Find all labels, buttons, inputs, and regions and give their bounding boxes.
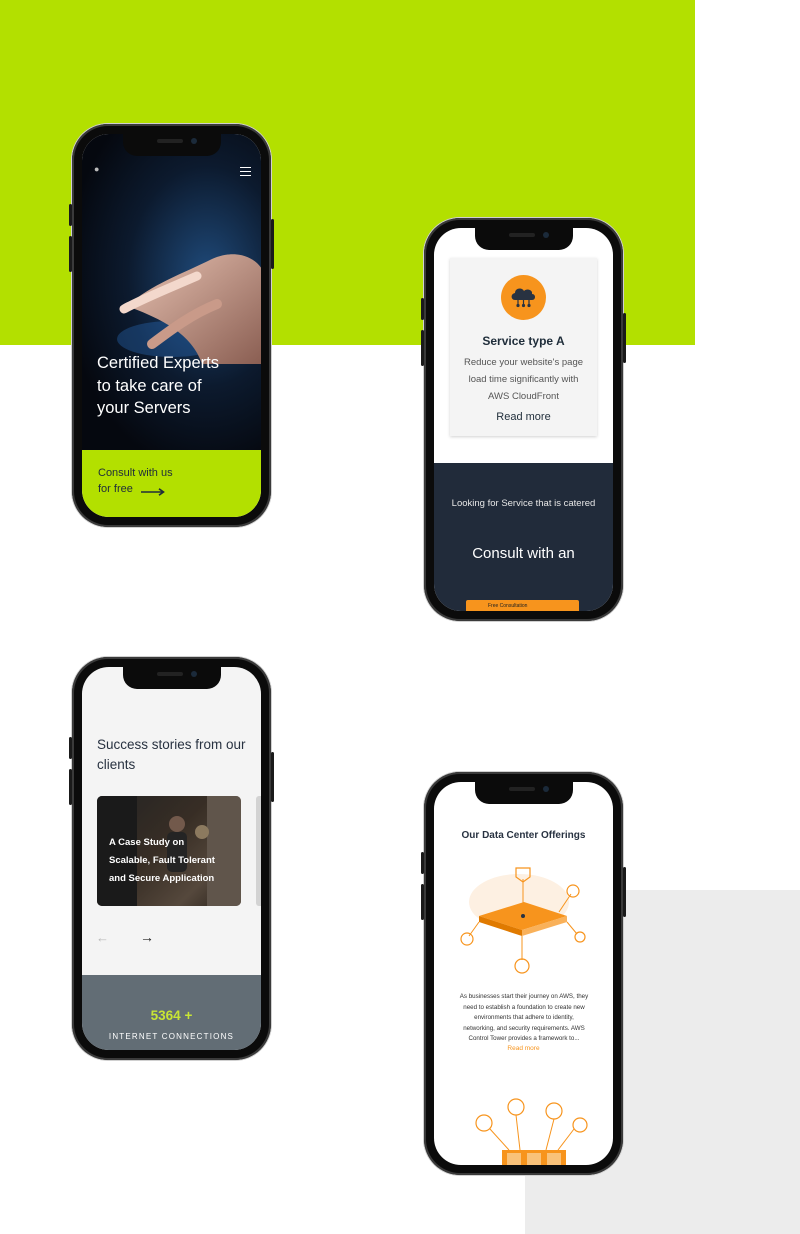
service-card[interactable]: Service type A Reduce your website's pag… (450, 258, 597, 436)
section-description: As businesses start their journey on AWS… (450, 992, 598, 1045)
stat-label: INTERNET CONNECTIONS (108, 1032, 235, 1041)
long-arrow-right-icon[interactable] (141, 488, 165, 496)
case-study-title: A Case Study on Scalable, Fault Tolerant… (109, 834, 229, 888)
hero-title-line: your Servers (97, 399, 191, 417)
read-more-link[interactable]: Read more (434, 1045, 613, 1052)
hand-touch-illustration (117, 254, 261, 364)
stat-number: 5364 + (150, 1008, 193, 1023)
consult-subtitle: Looking for Service that is catered (451, 498, 596, 509)
card-description: Reduce your website's page load time sig… (460, 354, 587, 405)
phone-screen: ● Certified Experts to take care of your… (82, 134, 261, 517)
section-title-line: clients (97, 757, 136, 772)
phone-mockup-success: Success stories from our clients A Case … (69, 657, 274, 1060)
arrow-right-icon[interactable]: → (140, 929, 154, 945)
phone-mockup-hero: ● Certified Experts to take care of your… (69, 124, 274, 527)
card-description-line: AWS CloudFront (488, 391, 559, 402)
hero-title-line: Certified Experts (97, 354, 219, 372)
button-label: Free Consultation (488, 603, 528, 609)
stats-section: 5364 + INTERNET CONNECTIONS (82, 975, 261, 1050)
hero-title-line: to take care of (97, 376, 202, 395)
case-study-card[interactable]: A Case Study on Scalable, Fault Tolerant… (97, 796, 241, 906)
phone-screen: Service type A Reduce your website's pag… (434, 228, 613, 611)
case-title-line: A Case Study on (109, 837, 185, 848)
consult-title: Consult with an (472, 545, 575, 562)
phone-notch (122, 667, 221, 689)
hero-banner: ● Certified Experts to take care of your… (82, 134, 261, 450)
cloud-network-icon (511, 288, 535, 308)
description-line: networking, and security requirements. A… (463, 1024, 585, 1032)
section-title-line: Success stories from our (97, 737, 246, 752)
cta-line: for free (98, 483, 133, 495)
arrow-left-icon[interactable]: ← (96, 930, 109, 945)
phone-notch (474, 782, 573, 804)
card-description-line: Reduce your website's page (463, 357, 584, 368)
phone-notch (122, 134, 221, 156)
section-title: Our Data Center Offerings (461, 830, 586, 841)
phone-mockup-datacenter: Our Data Center Offerings As businesses … (421, 772, 626, 1175)
description-line: As businesses start their journey on AWS… (459, 993, 589, 1000)
description-line: need to establish a foundation to create… (463, 1003, 585, 1011)
cta-line: Consult with us (98, 467, 173, 479)
service-icon-badge (501, 275, 546, 320)
case-title-line: Scalable, Fault Tolerant (109, 855, 215, 866)
description-line: Control Tower provides a framework to... (468, 1035, 580, 1042)
hamburger-menu-icon[interactable] (240, 167, 251, 177)
data-center-platform-icon (460, 867, 586, 974)
phone-notch (474, 228, 573, 250)
server-hub-icon (475, 1098, 588, 1165)
card-title: Service type A (482, 334, 565, 348)
consult-section: Looking for Service that is catered Cons… (434, 463, 613, 611)
phone-screen: Success stories from our clients A Case … (82, 667, 261, 1050)
logo[interactable]: ● (94, 164, 99, 174)
hero-title: Certified Experts to take care of your S… (97, 352, 247, 420)
card-description-line: load time significantly with (468, 374, 579, 385)
read-more-link[interactable]: Read more (450, 411, 597, 423)
free-consultation-button[interactable]: Free Consultation (466, 600, 579, 611)
next-case-card-peek[interactable] (256, 796, 261, 906)
phone-screen: Our Data Center Offerings As businesses … (434, 782, 613, 1165)
section-title: Success stories from our clients (97, 735, 257, 775)
case-title-line: and Secure Application (109, 873, 215, 884)
description-line: environments that adhere to identity, (474, 1014, 574, 1021)
phone-mockup-service: Service type A Reduce your website's pag… (421, 218, 626, 621)
consult-cta[interactable]: Consult with us for free (82, 450, 261, 517)
